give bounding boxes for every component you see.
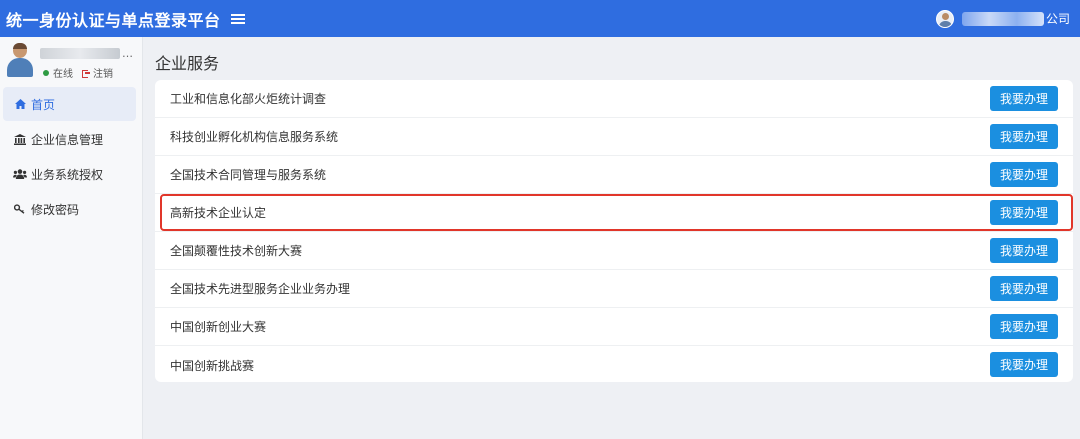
user-name-redacted: … — [40, 47, 133, 60]
apply-button[interactable]: 我要办理 — [990, 238, 1058, 263]
service-list: 工业和信息化部火炬统计调查 我要办理 科技创业孵化机构信息服务系统 我要办理 全… — [155, 80, 1073, 382]
service-name: 中国创新创业大赛 — [170, 320, 267, 334]
sidebar: … 在线 注销 首页 企业信息管理 业务系统授权 修改密码 — [0, 37, 143, 439]
service-name: 全国技术先进型服务企业业务办理 — [170, 282, 351, 296]
apply-button[interactable]: 我要办理 — [990, 86, 1058, 111]
apply-button[interactable]: 我要办理 — [990, 276, 1058, 301]
service-row: 高新技术企业认定 我要办理 — [155, 194, 1073, 232]
sidebar-item-enterprise-info[interactable]: 企业信息管理 — [3, 122, 136, 156]
service-name: 全国技术合同管理与服务系统 — [170, 168, 327, 182]
status-online-label: 在线 — [53, 69, 73, 80]
sidebar-item-label: 企业信息管理 — [31, 132, 104, 147]
service-row: 全国颠覆性技术创新大赛 我要办理 — [155, 232, 1073, 270]
menu-icon[interactable] — [230, 12, 245, 26]
service-row: 工业和信息化部火炬统计调查 我要办理 — [155, 80, 1073, 118]
apply-button[interactable]: 我要办理 — [990, 162, 1058, 187]
service-name: 工业和信息化部火炬统计调查 — [170, 92, 327, 106]
user-profile: … 在线 注销 — [0, 37, 142, 83]
avatar — [7, 43, 33, 77]
apply-button[interactable]: 我要办理 — [990, 352, 1058, 377]
apply-button[interactable]: 我要办理 — [990, 200, 1058, 225]
logout-icon[interactable] — [82, 69, 90, 78]
user-menu[interactable]: 公司 — [935, 0, 1070, 37]
page-title: 企业服务 — [155, 54, 220, 73]
company-name-suffix: 公司 — [1045, 12, 1070, 26]
key-icon — [13, 202, 27, 216]
service-name: 全国颠覆性技术创新大赛 — [170, 244, 303, 258]
sidebar-item-label: 修改密码 — [31, 202, 80, 217]
logout-link[interactable]: 注销 — [93, 65, 113, 80]
service-name: 中国创新挑战赛 — [170, 358, 255, 373]
service-name: 高新技术企业认定 — [170, 206, 267, 220]
sidebar-item-change-password[interactable]: 修改密码 — [3, 192, 136, 226]
users-icon — [13, 167, 27, 181]
service-row: 中国创新挑战赛 我要办理 — [155, 346, 1073, 384]
online-dot-icon — [43, 69, 49, 76]
sidebar-item-system-authorization[interactable]: 业务系统授权 — [3, 157, 136, 191]
sidebar-item-label: 业务系统授权 — [31, 167, 104, 182]
user-status: 在线 注销 — [43, 65, 113, 80]
service-row: 中国创新创业大赛 我要办理 — [155, 308, 1073, 346]
service-row: 全国技术先进型服务企业业务办理 我要办理 — [155, 270, 1073, 308]
main-content: 企业服务 工业和信息化部火炬统计调查 我要办理 科技创业孵化机构信息服务系统 我… — [143, 37, 1080, 439]
user-avatar-icon — [935, 9, 954, 28]
company-name-redacted — [961, 11, 1044, 26]
bank-icon — [13, 132, 27, 146]
apply-button[interactable]: 我要办理 — [990, 314, 1058, 339]
service-row: 科技创业孵化机构信息服务系统 我要办理 — [155, 118, 1073, 156]
app-title: 统一身份认证与单点登录平台 — [6, 10, 221, 30]
service-name: 科技创业孵化机构信息服务系统 — [170, 130, 339, 144]
sidebar-nav: 首页 企业信息管理 业务系统授权 修改密码 — [0, 87, 142, 226]
home-icon — [13, 97, 27, 111]
sidebar-item-home[interactable]: 首页 — [3, 87, 136, 121]
service-row: 全国技术合同管理与服务系统 我要办理 — [155, 156, 1073, 194]
apply-button[interactable]: 我要办理 — [990, 124, 1058, 149]
sidebar-item-label: 首页 — [31, 97, 56, 112]
top-bar: 统一身份认证与单点登录平台 公司 — [0, 0, 1080, 37]
